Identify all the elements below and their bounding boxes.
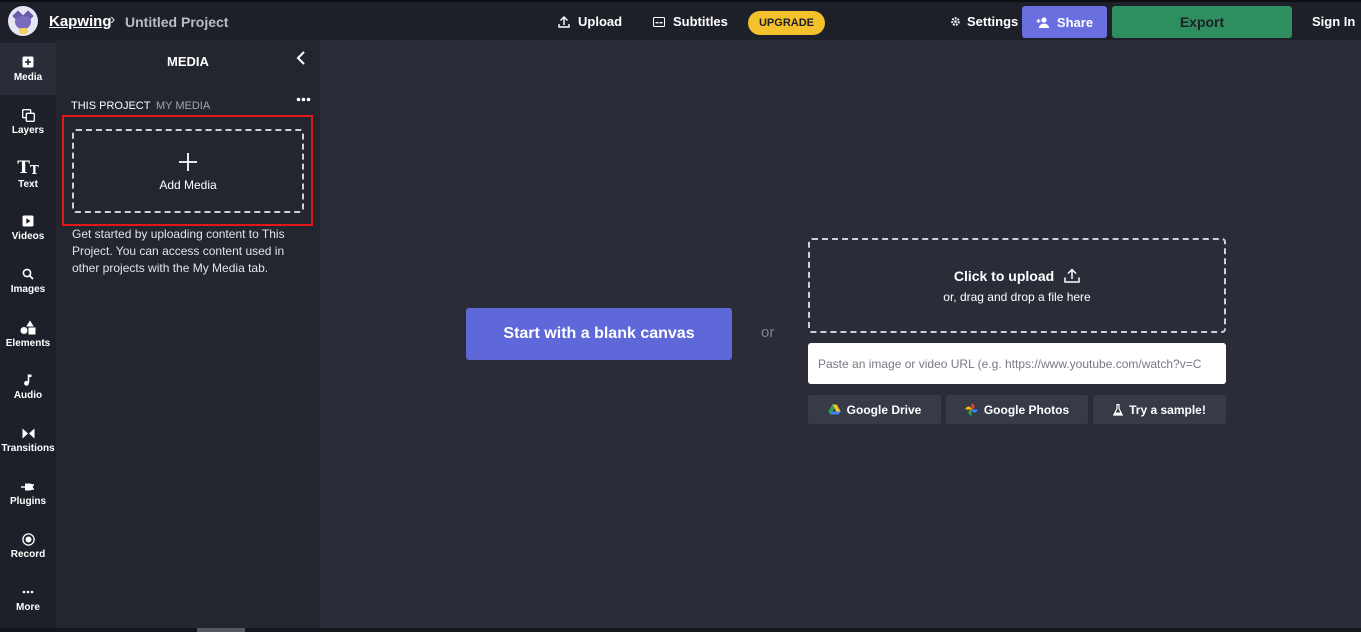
google-photos-icon [965, 403, 978, 416]
upload-label: Upload [578, 14, 623, 29]
settings-label: Settings [967, 14, 1019, 29]
google-photos-button[interactable]: Google Photos [946, 395, 1088, 424]
plus-icon [179, 150, 197, 174]
media-panel: MEDIA THIS PROJECT MY MEDIA Add Media Ge… [56, 40, 320, 632]
sidebar-item-elements[interactable]: Elements [0, 308, 56, 360]
sidebar-item-plugins[interactable]: Plugins [0, 467, 56, 519]
sidebar-item-layers[interactable]: Layers [0, 96, 56, 148]
elements-icon [20, 320, 36, 335]
kapwing-logo[interactable] [8, 6, 38, 36]
subtitles-button[interactable]: Subtitles [653, 14, 728, 29]
tab-my-media[interactable]: MY MEDIA [156, 100, 210, 112]
export-button[interactable]: Export [1112, 6, 1292, 38]
layers-icon [21, 108, 35, 122]
sidebar-item-label: Record [10, 549, 46, 560]
brand-link[interactable]: Kapwing [49, 13, 112, 30]
more-horizontal-icon [296, 97, 311, 102]
upload-subtitle: or, drag and drop a file here [943, 289, 1091, 304]
transitions-icon [21, 426, 35, 440]
tab-this-project[interactable]: THIS PROJECT [71, 100, 150, 112]
sidebar-item-label: Videos [11, 231, 45, 242]
sidebar-item-label: Layers [11, 125, 45, 136]
media-help-text: Get started by uploading content to This… [72, 227, 285, 275]
sidebar-item-label: Plugins [9, 496, 47, 507]
share-button[interactable]: Share [1022, 6, 1107, 38]
sidebar-item-label: Transitions [1, 443, 55, 454]
upload-title: Click to upload [954, 268, 1080, 284]
sidebar-item-label: Images [10, 284, 46, 295]
upload-icon [1064, 268, 1080, 283]
google-drive-label: Google Drive [846, 402, 922, 417]
or-divider: or [761, 324, 775, 341]
url-input[interactable] [808, 343, 1226, 384]
upload-dropzone[interactable]: Click to upload or, drag and drop a file… [808, 238, 1226, 333]
breadcrumb-separator: › [110, 11, 116, 28]
media-icon [21, 55, 35, 69]
blank-canvas-button[interactable]: Start with a blank canvas [466, 308, 732, 360]
upload-icon [558, 15, 570, 28]
google-drive-button[interactable]: Google Drive [808, 395, 941, 424]
more-icon [21, 585, 35, 599]
collapse-panel-button[interactable] [296, 50, 308, 66]
music-note-icon [21, 373, 35, 387]
sign-in-link[interactable]: Sign In [1312, 14, 1355, 29]
tool-sidebar: Media Layers TT Text Videos Images Eleme… [0, 40, 56, 632]
try-sample-button[interactable]: Try a sample! [1093, 395, 1226, 424]
panel-title: MEDIA [167, 54, 209, 69]
add-user-icon [1036, 16, 1049, 28]
upload-title-text: Click to upload [953, 267, 1055, 284]
plug-icon [21, 479, 35, 493]
chevron-left-icon [296, 51, 305, 65]
subtitles-icon [653, 16, 665, 27]
upload-button[interactable]: Upload [558, 14, 622, 29]
sidebar-item-audio[interactable]: Audio [0, 361, 56, 413]
top-bar: Kapwing › Untitled Project Upload Subtit… [0, 0, 1361, 40]
sidebar-item-media[interactable]: Media [0, 43, 56, 95]
upgrade-button[interactable]: UPGRADE [748, 11, 825, 35]
sidebar-item-record[interactable]: Record [0, 520, 56, 572]
settings-button[interactable]: Settings [950, 14, 1018, 29]
sidebar-item-transitions[interactable]: Transitions [0, 414, 56, 466]
sidebar-item-label: More [16, 602, 40, 613]
google-photos-label: Google Photos [983, 402, 1070, 417]
sidebar-item-text[interactable]: TT Text [0, 149, 56, 201]
google-drive-icon [827, 404, 841, 415]
subtitles-label: Subtitles [673, 14, 728, 29]
project-title[interactable]: Untitled Project [125, 14, 228, 30]
share-label: Share [1056, 14, 1094, 30]
sidebar-item-more[interactable]: More [0, 573, 56, 625]
sidebar-item-videos[interactable]: Videos [0, 202, 56, 254]
sidebar-item-label: Text [18, 179, 38, 190]
try-sample-label: Try a sample! [1129, 402, 1206, 417]
add-media-label: Add Media [159, 178, 217, 192]
scrollbar-thumb[interactable] [197, 628, 245, 632]
sidebar-item-images[interactable]: Images [0, 255, 56, 307]
record-icon [21, 532, 35, 546]
sidebar-item-label: Audio [13, 390, 43, 401]
search-icon [21, 267, 35, 281]
videos-icon [21, 214, 35, 228]
panel-options-button[interactable] [296, 89, 311, 105]
sidebar-item-label: Media [13, 72, 43, 83]
flask-icon [1113, 403, 1124, 416]
sidebar-item-label: Elements [5, 337, 51, 349]
gear-icon [951, 17, 960, 26]
kapwing-editor: Kapwing › Untitled Project Upload Subtit… [0, 0, 1361, 632]
add-media-button[interactable]: Add Media [72, 129, 304, 213]
text-icon: TT [17, 158, 39, 178]
